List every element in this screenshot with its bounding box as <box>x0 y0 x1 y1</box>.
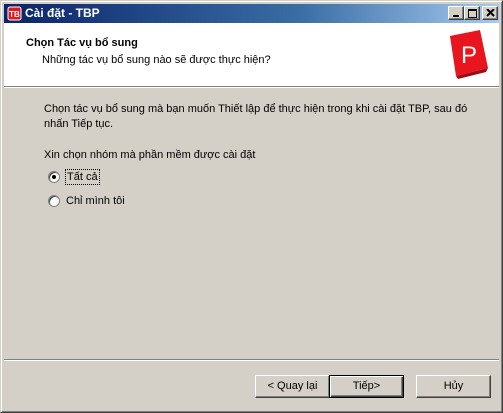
radio-label-all[interactable]: Tất cả <box>65 169 100 185</box>
radio-option-only-me[interactable]: Chỉ mình tôi <box>48 193 125 209</box>
wizard-header: Chọn Tác vụ bổ sung Những tác vụ bổ sung… <box>4 23 499 86</box>
minimize-button[interactable] <box>448 6 464 20</box>
radio-button-only-me[interactable] <box>48 195 60 207</box>
page-title: Chọn Tác vụ bổ sung <box>26 37 138 49</box>
logo-letter: P <box>461 42 477 69</box>
window-title: Cài đặt - TBP <box>25 6 100 20</box>
close-icon <box>486 9 495 17</box>
tbp-app-icon[interactable]: TB <box>7 6 22 21</box>
svg-text:TB: TB <box>9 10 20 19</box>
group-label: Xin chọn nhóm mà phần mềm được cài đặt <box>44 149 256 161</box>
tbp-logo: P <box>444 28 492 80</box>
installer-window: TB Cài đặt - TBP Chọn Tác vụ bổ sung Nhữ… <box>0 0 503 413</box>
instructions-text: Chọn tác vụ bổ sung mà bạn muốn Thiết lậ… <box>44 103 468 130</box>
cancel-button[interactable]: Hủy <box>416 375 491 398</box>
title-bar[interactable]: TB Cài đặt - TBP <box>4 4 499 23</box>
page-subtitle: Những tác vụ bổ sung nào sẽ được thực hi… <box>42 54 271 66</box>
maximize-button[interactable] <box>464 6 480 20</box>
next-button[interactable]: Tiếp> <box>329 375 404 398</box>
back-button[interactable]: < Quay lại <box>255 375 330 398</box>
radio-button-all[interactable] <box>48 171 60 183</box>
footer-divider <box>4 359 499 361</box>
radio-option-all[interactable]: Tất cả <box>48 169 100 185</box>
close-button[interactable] <box>482 6 498 20</box>
radio-label-only-me[interactable]: Chỉ mình tôi <box>66 194 125 208</box>
header-divider <box>4 86 499 88</box>
